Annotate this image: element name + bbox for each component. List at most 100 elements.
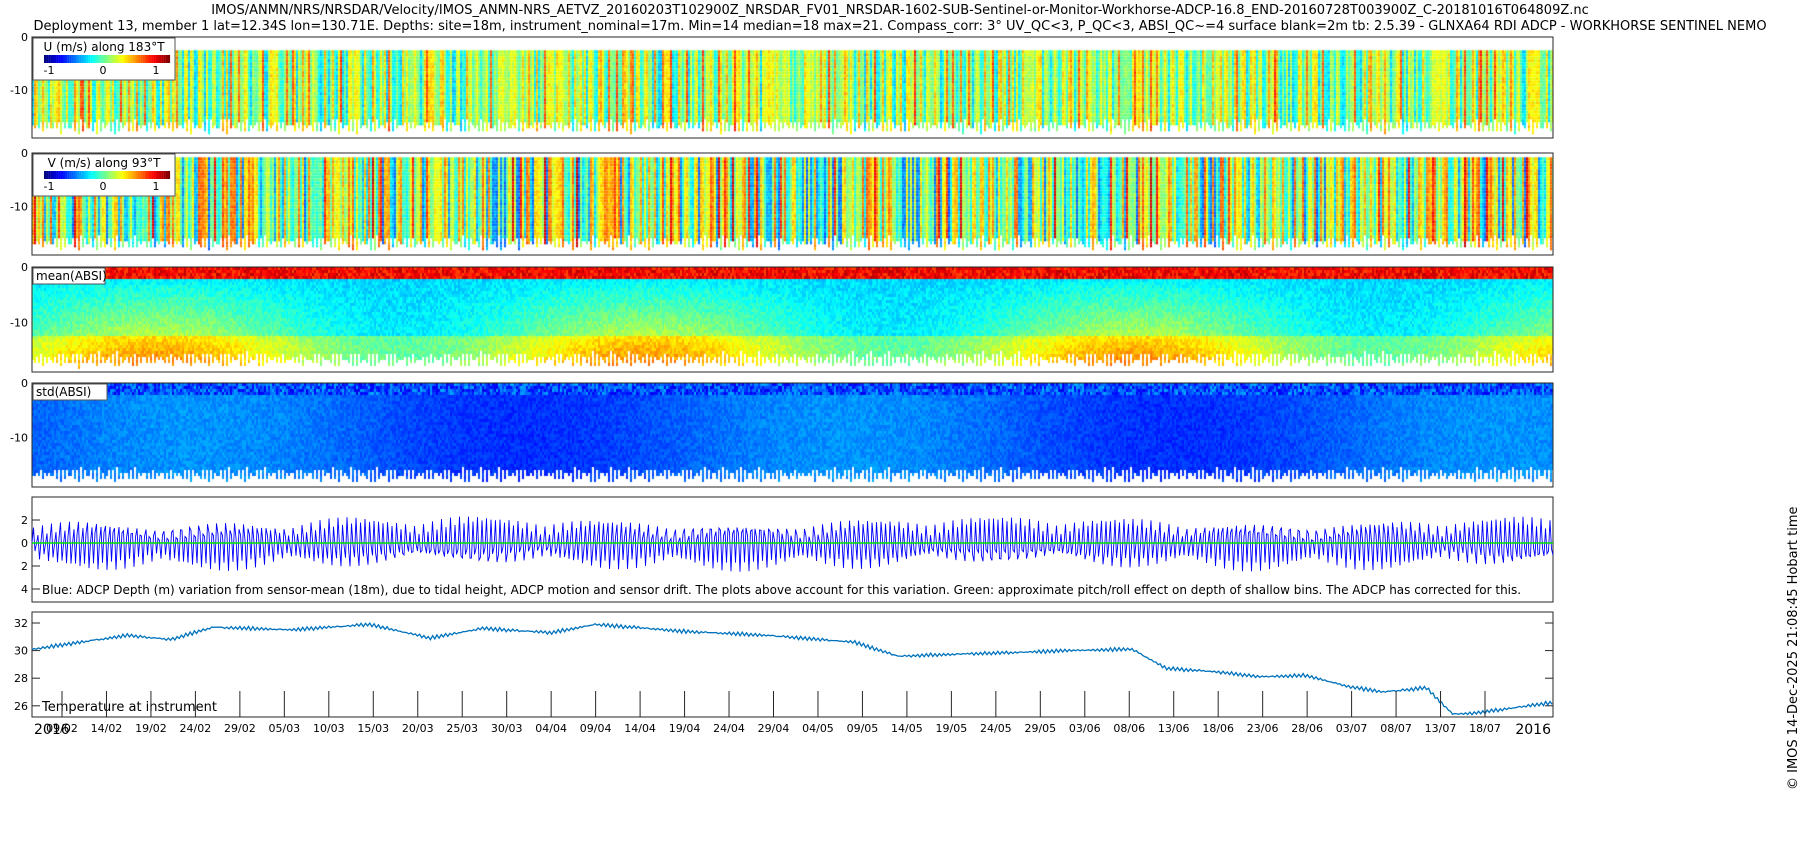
x-tick-label: 18/06 <box>1202 722 1234 735</box>
colorbar-cell <box>144 55 147 63</box>
colorbar-cell <box>146 55 150 63</box>
x-tick-label: 19/04 <box>669 722 701 735</box>
y-tick-label: 0 <box>21 261 28 274</box>
colorbar-cell <box>113 55 116 63</box>
colorbar-cell <box>132 171 135 179</box>
y-tick-label: 4 <box>21 583 28 596</box>
x-tick-label: 15/03 <box>357 722 389 735</box>
panel-label: std(ABSI) <box>36 385 91 399</box>
colorbar-cell <box>92 171 95 179</box>
colorbar-cell <box>167 171 171 179</box>
colorbar-cell <box>56 171 59 179</box>
colorbar-cell <box>146 171 150 179</box>
colorbar-cell <box>134 171 137 179</box>
colorbar-tick: -1 <box>44 180 55 193</box>
colorbar-cell <box>58 171 61 179</box>
x-tick-label: 25/03 <box>446 722 478 735</box>
colorbar-cell <box>58 55 61 63</box>
colorbar-tick: 1 <box>153 64 160 77</box>
credit-text: © IMOS 14-Dec-2025 21:08:45 Hobart time <box>1786 506 1800 790</box>
colorbar-cell <box>88 55 91 63</box>
panel-frame <box>31 382 1554 488</box>
colorbar-cell <box>128 55 131 63</box>
colorbar-cell <box>75 55 78 63</box>
colorbar-cell <box>75 171 78 179</box>
colorbar-cell <box>102 171 105 179</box>
x-tick-label: 13/07 <box>1425 722 1457 735</box>
figure-axes: 0-100-100-100-10U (m/s) along 183°T-1 0 1V… <box>10 31 1554 738</box>
colorbar-tick: 1 <box>153 180 160 193</box>
colorbar-cell <box>81 55 84 63</box>
colorbar-cell <box>62 55 66 63</box>
x-tick-label: 30/03 <box>491 722 523 735</box>
colorbar-cell <box>52 55 55 63</box>
x-year-end: 2016 <box>1515 722 1551 738</box>
colorbar-cell <box>159 171 162 179</box>
colorbar-cell <box>44 171 47 179</box>
colorbar-cell <box>115 55 118 63</box>
panel-frame <box>31 266 1554 373</box>
temperature-series-line <box>31 621 1553 716</box>
y-tick-label: 30 <box>14 645 28 658</box>
colorbar-cell <box>113 171 116 179</box>
temperature-label: Temperature at instrument <box>41 700 217 715</box>
colorbar-cell <box>73 55 76 63</box>
colorbar-cell <box>60 171 63 179</box>
colorbar-cell <box>54 171 57 179</box>
colorbar-cell <box>136 171 139 179</box>
colorbar-cell <box>94 171 97 179</box>
colorbar-cell <box>86 171 89 179</box>
colorbar-cell <box>153 55 156 63</box>
colorbar-cell <box>130 171 133 179</box>
colorbar-cell <box>90 55 93 63</box>
colorbar-cell <box>125 55 129 63</box>
y-tick-label: 0 <box>21 31 28 44</box>
colorbar-cell <box>46 55 49 63</box>
colorbar-cell <box>155 171 158 179</box>
x-tick-label: 13/06 <box>1158 722 1190 735</box>
colorbar-cell <box>155 55 158 63</box>
panel-frame <box>31 611 1554 718</box>
colorbar-cell <box>83 55 87 63</box>
colorbar-cell <box>161 55 164 63</box>
y-tick-label: 0 <box>21 377 28 390</box>
colorbar-cell <box>151 55 154 63</box>
colorbar-cell <box>167 55 171 63</box>
colorbar-cell <box>71 171 74 179</box>
x-tick-label: 09/04 <box>580 722 612 735</box>
colorbar-cell <box>111 171 114 179</box>
x-tick-label: 20/03 <box>402 722 434 735</box>
colorbar-cell <box>46 171 49 179</box>
panel-label: mean(ABSI) <box>36 269 107 283</box>
colorbar-cell <box>90 171 93 179</box>
colorbar-cell <box>62 171 66 179</box>
colorbar-cell <box>140 171 143 179</box>
colorbar-cell <box>100 171 103 179</box>
colorbar-cell <box>98 171 101 179</box>
colorbar-cell <box>96 171 99 179</box>
x-tick-label: 08/06 <box>1113 722 1145 735</box>
colorbar-cell <box>107 55 110 63</box>
depth-series-line <box>31 516 1554 572</box>
colorbar-cell <box>119 171 122 179</box>
colorbar-cell <box>136 55 139 63</box>
colorbar-cell <box>111 55 114 63</box>
colorbar-cell <box>119 55 122 63</box>
colorbar-cell <box>144 171 147 179</box>
y-tick-label: 0 <box>21 537 28 550</box>
x-tick-label: 09/05 <box>847 722 879 735</box>
colorbar-cell <box>98 55 101 63</box>
colorbar-cell <box>69 55 72 63</box>
colorbar-cell <box>67 171 70 179</box>
colorbar-tick: 0 <box>100 64 107 77</box>
colorbar-cell <box>104 171 108 179</box>
colorbar-cell <box>104 55 108 63</box>
colorbar-cell <box>117 55 120 63</box>
colorbar-cell <box>65 55 68 63</box>
colorbar-cell <box>121 55 124 63</box>
x-tick-label: 05/03 <box>268 722 300 735</box>
x-tick-label: 04/05 <box>802 722 834 735</box>
colorbar-cell <box>128 171 131 179</box>
x-tick-label: 29/02 <box>224 722 256 735</box>
colorbar-cell <box>109 171 112 179</box>
